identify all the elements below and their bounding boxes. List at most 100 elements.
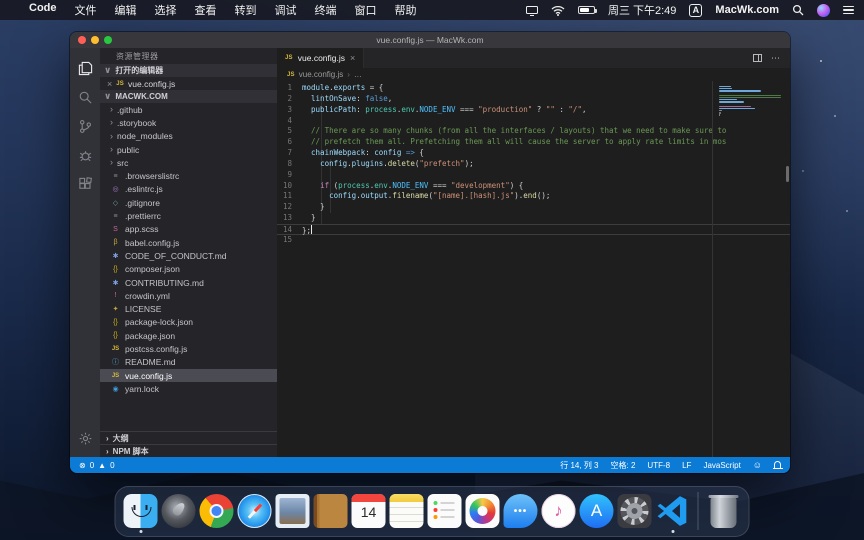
minimap[interactable] bbox=[719, 86, 783, 119]
code-line-5[interactable]: 5 // There are so many chunks (from all … bbox=[277, 126, 790, 137]
code-line-6[interactable]: 6 // prefetch them all. Prefetching them… bbox=[277, 137, 790, 148]
extensions-icon[interactable] bbox=[70, 170, 100, 199]
menu-item-2[interactable]: 编辑 bbox=[106, 2, 146, 18]
code-line-9[interactable]: 9 bbox=[277, 170, 790, 181]
input-method-icon[interactable]: A bbox=[689, 4, 702, 17]
tree-file-composer.json[interactable]: {}composer.json bbox=[100, 263, 277, 276]
dock-launchpad-icon[interactable] bbox=[162, 494, 196, 528]
tree-file-app.scss[interactable]: Sapp.scss bbox=[100, 223, 277, 236]
explorer-icon[interactable] bbox=[70, 54, 100, 83]
tree-file-vue.config.js[interactable]: JSvue.config.js bbox=[100, 369, 277, 382]
open-editors-header[interactable]: ∨ 打开的编辑器 bbox=[100, 64, 277, 77]
code-line-12[interactable]: 12 } bbox=[277, 202, 790, 213]
tree-folder-.github[interactable]: ›.github bbox=[100, 103, 277, 116]
code-line-3[interactable]: 3 publicPath: process.env.NODE_ENV === "… bbox=[277, 105, 790, 116]
menu-item-0[interactable]: Code bbox=[20, 2, 66, 18]
menu-account[interactable]: MacWk.com bbox=[715, 4, 779, 16]
tree-file-.prettierrc[interactable]: ≡.prettierrc bbox=[100, 209, 277, 222]
code-line-10[interactable]: 10 if (process.env.NODE_ENV === "develop… bbox=[277, 181, 790, 192]
wifi-icon[interactable] bbox=[551, 5, 565, 16]
tree-file-.eslintrc.js[interactable]: ◎.eslintrc.js bbox=[100, 183, 277, 196]
scrollbar-thumb[interactable] bbox=[786, 166, 789, 182]
tree-file-crowdin.yml[interactable]: !crowdin.yml bbox=[100, 289, 277, 302]
tree-file-README.md[interactable]: ⓘREADME.md bbox=[100, 356, 277, 369]
code-line-7[interactable]: 7 chainWebpack: config => { bbox=[277, 148, 790, 159]
code-line-13[interactable]: 13 } bbox=[277, 213, 790, 224]
menu-clock[interactable]: 周三 下午2:49 bbox=[608, 2, 676, 18]
problems-indicator[interactable]: ⊗ 0 ▲ 0 bbox=[79, 461, 115, 470]
menu-item-1[interactable]: 文件 bbox=[66, 2, 106, 18]
tree-file-CONTRIBUTING.md[interactable]: ✱CONTRIBUTING.md bbox=[100, 276, 277, 289]
status-item-0[interactable]: 行 14, 列 3 bbox=[560, 460, 598, 471]
display-icon[interactable] bbox=[526, 6, 538, 14]
dock-finder-icon[interactable] bbox=[124, 494, 158, 528]
dock-notes-icon[interactable] bbox=[390, 494, 424, 528]
status-item-3[interactable]: LF bbox=[682, 461, 691, 470]
tree-folder-public[interactable]: ›public bbox=[100, 143, 277, 156]
notifications-bell-icon[interactable] bbox=[774, 461, 781, 468]
dock-vscode-icon[interactable] bbox=[656, 494, 690, 528]
status-item-4[interactable]: JavaScript bbox=[703, 461, 740, 470]
close-icon[interactable]: × bbox=[107, 79, 112, 89]
tree-folder-src[interactable]: ›src bbox=[100, 156, 277, 169]
menu-item-3[interactable]: 选择 bbox=[146, 2, 186, 18]
dock-trash-icon[interactable] bbox=[711, 497, 737, 528]
code-line-15[interactable]: 15 bbox=[277, 235, 790, 246]
debug-icon[interactable] bbox=[70, 141, 100, 170]
tree-folder-.storybook[interactable]: ›.storybook bbox=[100, 116, 277, 129]
code-editor[interactable]: 1module.exports = {2 lintOnSave: false,3… bbox=[277, 81, 790, 457]
code-line-2[interactable]: 2 lintOnSave: false, bbox=[277, 94, 790, 105]
breadcrumb[interactable]: JS vue.config.js › … bbox=[277, 68, 790, 81]
dock-mail-icon[interactable] bbox=[276, 494, 310, 528]
dock-photos-icon[interactable] bbox=[466, 494, 500, 528]
code-line-4[interactable]: 4 bbox=[277, 116, 790, 127]
tree-file-babel.config.js[interactable]: βbabel.config.js bbox=[100, 236, 277, 249]
tree-file-.gitignore[interactable]: ◇.gitignore bbox=[100, 196, 277, 209]
code-line-8[interactable]: 8 config.plugins.delete("prefetch"); bbox=[277, 159, 790, 170]
tree-folder-node_modules[interactable]: ›node_modules bbox=[100, 130, 277, 143]
settings-gear-icon[interactable] bbox=[70, 424, 100, 453]
siri-icon[interactable] bbox=[817, 4, 830, 17]
feedback-smiley-icon[interactable]: ☺ bbox=[753, 460, 762, 470]
spotlight-search-icon[interactable] bbox=[792, 4, 804, 16]
search-icon[interactable] bbox=[70, 83, 100, 112]
tree-file-CODE_OF_CONDUCT.md[interactable]: ✱CODE_OF_CONDUCT.md bbox=[100, 249, 277, 262]
tree-file-.browserslistrc[interactable]: ≡.browserslistrc bbox=[100, 169, 277, 182]
dock-itunes-icon[interactable]: ♪ bbox=[542, 494, 576, 528]
tab-vue-config[interactable]: JS vue.config.js × bbox=[277, 48, 364, 68]
code-line-14[interactable]: 14}; bbox=[277, 224, 790, 235]
source-control-icon[interactable] bbox=[70, 112, 100, 141]
notification-center-icon[interactable] bbox=[843, 6, 854, 15]
dock-safari-icon[interactable] bbox=[238, 494, 272, 528]
split-editor-icon[interactable] bbox=[753, 54, 762, 62]
menu-item-8[interactable]: 窗口 bbox=[346, 2, 386, 18]
code-line-1[interactable]: 1module.exports = { bbox=[277, 83, 790, 94]
dock-sysprefs-icon[interactable] bbox=[618, 494, 652, 528]
more-actions-icon[interactable]: ⋯ bbox=[771, 53, 781, 64]
tree-file-LICENSE[interactable]: ✦LICENSE bbox=[100, 302, 277, 315]
menu-item-6[interactable]: 调试 bbox=[266, 2, 306, 18]
dock-appstore-icon[interactable]: A bbox=[580, 494, 614, 528]
workspace-header[interactable]: ∨ MACWK.COM bbox=[100, 90, 277, 103]
tree-file-package.json[interactable]: {}package.json bbox=[100, 329, 277, 342]
npm-scripts-section-header[interactable]: › NPM 脚本 bbox=[100, 444, 277, 457]
code-line-11[interactable]: 11 config.output.filename("[name].[hash]… bbox=[277, 191, 790, 202]
menu-item-9[interactable]: 帮助 bbox=[386, 2, 426, 18]
tab-close-icon[interactable]: × bbox=[350, 53, 355, 63]
window-titlebar[interactable]: vue.config.js — MacWk.com bbox=[70, 32, 790, 48]
open-editor-item[interactable]: × JS vue.config.js bbox=[100, 77, 277, 90]
menu-item-4[interactable]: 查看 bbox=[186, 2, 226, 18]
dock-contacts-icon[interactable] bbox=[314, 494, 348, 528]
dock-reminders-icon[interactable] bbox=[428, 494, 462, 528]
dock-calendar-icon[interactable]: 14 bbox=[352, 494, 386, 528]
status-item-1[interactable]: 空格: 2 bbox=[611, 460, 636, 471]
tree-file-package-lock.json[interactable]: {}package-lock.json bbox=[100, 316, 277, 329]
dock-chrome-icon[interactable] bbox=[200, 494, 234, 528]
battery-icon[interactable] bbox=[578, 6, 595, 14]
status-item-2[interactable]: UTF-8 bbox=[647, 461, 670, 470]
tree-file-postcss.config.js[interactable]: JSpostcss.config.js bbox=[100, 342, 277, 355]
menu-item-5[interactable]: 转到 bbox=[226, 2, 266, 18]
menu-item-7[interactable]: 终端 bbox=[306, 2, 346, 18]
outline-section-header[interactable]: › 大纲 bbox=[100, 431, 277, 444]
dock-messages-icon[interactable]: ••• bbox=[504, 494, 538, 528]
